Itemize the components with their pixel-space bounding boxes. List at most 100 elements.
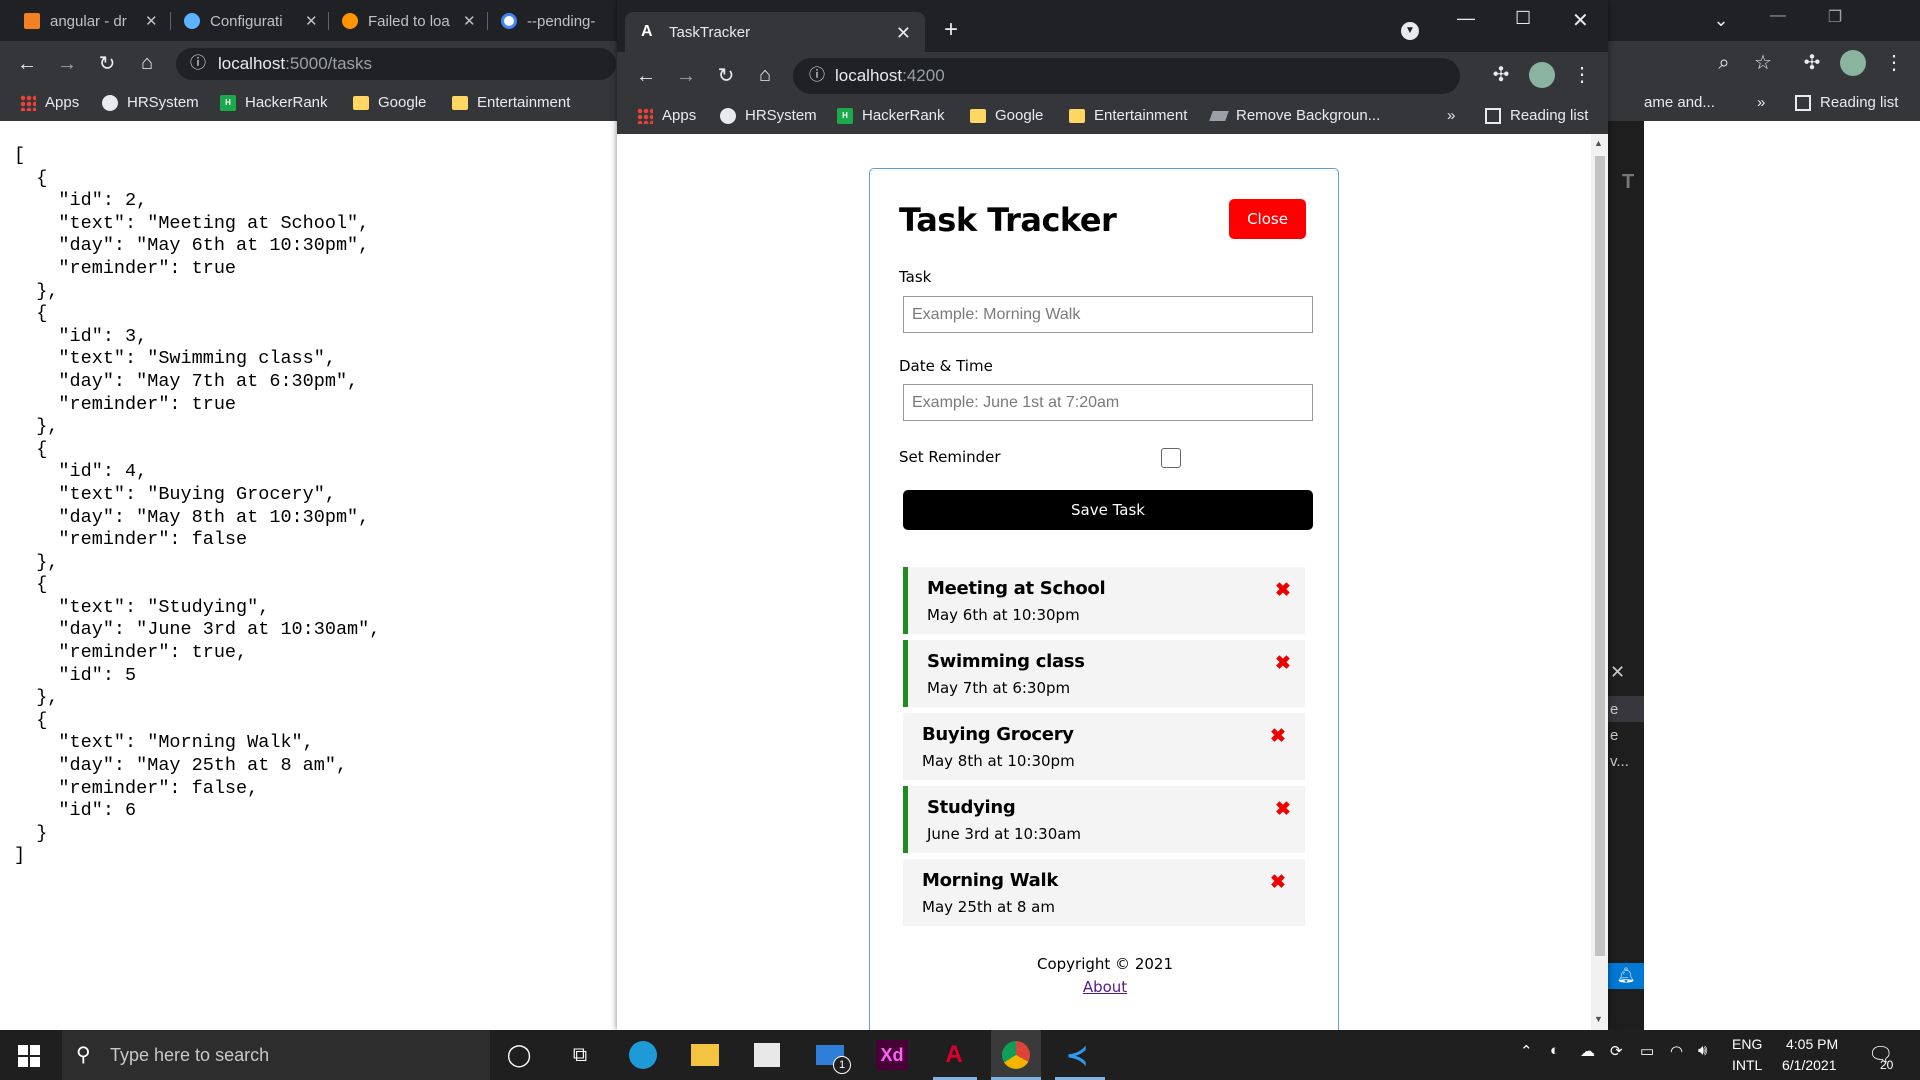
close-icon[interactable]: ✕ — [145, 12, 158, 30]
avatar[interactable] — [1840, 50, 1866, 76]
bookmark-google[interactable]: Google — [970, 107, 1043, 124]
save-task-button[interactable]: Save Task — [903, 490, 1313, 530]
menu-icon[interactable]: ⋮ — [1882, 53, 1906, 73]
chevron-up-icon[interactable]: ⌃ — [1520, 1042, 1533, 1060]
store-icon[interactable] — [751, 1040, 783, 1070]
reading-list[interactable]: Reading list — [1485, 107, 1588, 124]
bell-icon[interactable]: 🔔︎ — [1608, 963, 1644, 989]
delete-icon[interactable]: ✖ — [1270, 725, 1286, 748]
wifi-icon[interactable]: ◠ — [1670, 1042, 1683, 1060]
home-icon[interactable]: ⌂ — [135, 53, 159, 73]
bookmark-truncated[interactable]: ame and... — [1644, 94, 1715, 111]
close-button[interactable]: Close — [1229, 199, 1306, 239]
adobe-xd-icon[interactable]: Xd — [876, 1040, 908, 1070]
forward-icon[interactable]: → — [55, 54, 79, 74]
bookmark-label: Google — [378, 94, 427, 111]
delete-icon[interactable]: ✖ — [1275, 652, 1291, 675]
tab-tasktracker[interactable]: A TaskTracker ✕ — [625, 12, 925, 52]
forward-icon[interactable]: → — [674, 66, 698, 86]
delete-icon[interactable]: ✖ — [1270, 871, 1286, 894]
sync-icon[interactable]: ⟳ — [1610, 1042, 1623, 1060]
language-layout[interactable]: INTL — [1732, 1057, 1762, 1073]
bookmark-google[interactable]: Google — [353, 94, 426, 111]
bg-tab-3[interactable]: Failed to loa ✕ — [342, 6, 482, 36]
back-icon[interactable]: ← — [634, 66, 658, 86]
home-icon[interactable]: ⌂ — [753, 65, 777, 85]
hackerrank-icon: H — [837, 107, 853, 124]
info-icon[interactable]: ⓘ — [186, 54, 210, 74]
bookmark-more[interactable]: » — [1447, 107, 1455, 124]
delete-icon[interactable]: ✖ — [1275, 798, 1291, 821]
clock-date[interactable]: 6/1/2021 — [1782, 1057, 1837, 1073]
bookmark-hackerrank[interactable]: H HackerRank — [837, 107, 945, 124]
reload-icon[interactable]: ↻ — [95, 54, 119, 74]
reminder-checkbox[interactable] — [1161, 448, 1181, 468]
restore-icon[interactable]: ❐ — [1823, 8, 1847, 28]
back-icon[interactable]: ← — [15, 54, 39, 74]
bookmark-entertainment[interactable]: Entertainment — [1069, 107, 1187, 124]
date-time-input[interactable] — [903, 384, 1313, 421]
onedrive-icon[interactable]: ☁ — [1580, 1042, 1595, 1060]
extensions-icon[interactable]: ✣ — [1489, 65, 1513, 85]
vscode-icon[interactable]: ≺ — [1061, 1040, 1093, 1070]
scroll-up-icon[interactable]: ▲ — [1594, 138, 1603, 148]
avatar[interactable] — [1529, 62, 1555, 88]
star-icon[interactable]: ☆ — [1751, 53, 1775, 73]
edge-icon[interactable] — [627, 1040, 659, 1070]
volume-icon[interactable]: 🔊︎ — [1698, 1042, 1707, 1059]
globe-icon — [720, 107, 736, 124]
task-input[interactable] — [903, 296, 1313, 333]
bookmark-apps[interactable]: Apps — [637, 107, 696, 124]
bookmark-remove-background[interactable]: Remove Backgroun... — [1209, 107, 1380, 124]
tab-search-icon[interactable]: ▼ — [1401, 22, 1419, 40]
taskbar-search[interactable]: ⚲ Type here to search — [62, 1030, 490, 1080]
battery-icon[interactable]: ▭ — [1640, 1042, 1654, 1060]
task-view-icon[interactable]: ⧉ — [564, 1040, 596, 1070]
close-icon[interactable]: ✕ — [463, 12, 476, 30]
security-icon[interactable]: ◐ — [1550, 1042, 1559, 1059]
zoom-icon[interactable]: ⌕ — [1712, 53, 1736, 73]
bookmark-hrsystem[interactable]: HRSystem — [102, 94, 199, 111]
task-item[interactable]: Buying Grocery May 8th at 10:30pm ✖ — [903, 713, 1305, 780]
bg-tab-4[interactable]: --pending- — [501, 6, 611, 36]
about-link[interactable]: About — [870, 978, 1340, 996]
bookmark-more[interactable]: » — [1757, 94, 1765, 111]
close-window-icon[interactable]: ✕ — [1572, 8, 1589, 33]
file-explorer-icon[interactable] — [689, 1040, 721, 1070]
delete-icon[interactable]: ✖ — [1275, 579, 1291, 602]
clock-time[interactable]: 4:05 PM — [1786, 1036, 1838, 1052]
minimize-icon[interactable]: — — [1457, 8, 1475, 29]
new-tab-icon[interactable]: + — [944, 16, 958, 44]
task-item[interactable]: Swimming class May 7th at 6:30pm ✖ — [903, 640, 1305, 707]
task-item[interactable]: Morning Walk May 25th at 8 am ✖ — [903, 859, 1305, 926]
extensions-icon[interactable]: ✣ — [1800, 53, 1824, 73]
bookmark-hackerrank[interactable]: H HackerRank — [220, 94, 328, 111]
language-code[interactable]: ENG — [1732, 1036, 1762, 1052]
chrome-icon[interactable] — [991, 1030, 1041, 1080]
scroll-thumb[interactable] — [1595, 156, 1605, 956]
tab-search-icon[interactable]: ⌄ — [1709, 10, 1733, 30]
scroll-down-icon[interactable]: ▼ — [1594, 1014, 1603, 1024]
cortana-icon[interactable]: ◯ — [503, 1040, 535, 1070]
close-icon[interactable]: ✕ — [896, 23, 911, 44]
url[interactable]: localhost:4200 — [835, 66, 945, 86]
bg-tab-2[interactable]: Configurati ✕ — [184, 6, 324, 36]
minimize-icon[interactable]: — — [1766, 6, 1790, 26]
task-item[interactable]: Meeting at School May 6th at 10:30pm ✖ — [903, 567, 1305, 634]
reload-icon[interactable]: ↻ — [714, 66, 738, 86]
vertical-scrollbar[interactable]: ▲ ▼ — [1591, 134, 1608, 1030]
info-icon[interactable]: ⓘ — [805, 66, 829, 86]
bookmark-apps[interactable]: Apps — [20, 94, 79, 111]
angular-icon[interactable]: A — [938, 1040, 970, 1070]
bookmark-entertainment[interactable]: Entertainment — [452, 94, 570, 111]
reading-list[interactable]: Reading list — [1795, 94, 1898, 111]
windows-start-icon[interactable] — [18, 1045, 40, 1067]
bookmark-hrsystem[interactable]: HRSystem — [720, 107, 817, 124]
bg-tab-1[interactable]: angular - dr ✕ — [24, 6, 164, 36]
menu-icon[interactable]: ⋮ — [1570, 65, 1594, 85]
task-item[interactable]: Studying June 3rd at 10:30am ✖ — [903, 786, 1305, 853]
maximize-icon[interactable]: ☐ — [1515, 8, 1531, 29]
close-icon[interactable]: ✕ — [1610, 662, 1625, 683]
close-icon[interactable]: ✕ — [305, 12, 318, 30]
background-url[interactable]: localhost:5000/tasks — [218, 54, 372, 74]
